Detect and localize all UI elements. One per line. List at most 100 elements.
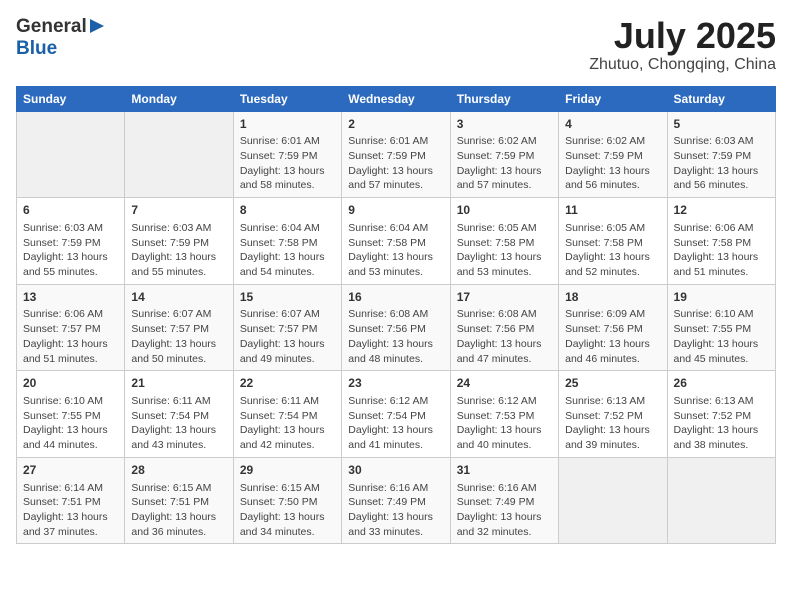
calendar-cell: 11Sunrise: 6:05 AM Sunset: 7:58 PM Dayli… <box>559 198 667 285</box>
page-header: General Blue July 2025 Zhutuo, Chongqing… <box>16 16 776 74</box>
day-info: Sunrise: 6:12 AM Sunset: 7:54 PM Dayligh… <box>348 394 443 453</box>
day-number: 17 <box>457 289 552 306</box>
calendar-cell: 7 Sunrise: 6:03 AM Sunset: 7:59 PM Daylig… <box>125 198 233 285</box>
calendar-cell: 14Sunrise: 6:07 AM Sunset: 7:57 PM Dayli… <box>125 284 233 371</box>
calendar-cell: 19Sunrise: 6:10 AM Sunset: 7:55 PM Dayli… <box>667 284 775 371</box>
day-info: Sunrise: 6:02 AM Sunset: 7:59 PM Dayligh… <box>565 134 660 193</box>
day-number: 28 <box>131 462 226 479</box>
day-number: 31 <box>457 462 552 479</box>
day-info: Sunrise: 6:03 AM Sunset: 7:59 PM Dayligh… <box>23 221 118 280</box>
calendar-cell <box>559 457 667 544</box>
calendar-cell: 18Sunrise: 6:09 AM Sunset: 7:56 PM Dayli… <box>559 284 667 371</box>
calendar-cell: 1Sunrise: 6:01 AM Sunset: 7:59 PM Daylig… <box>233 111 341 198</box>
day-number: 1 <box>240 116 335 133</box>
day-number: 18 <box>565 289 660 306</box>
day-number: 27 <box>23 462 118 479</box>
day-info: Sunrise: 6:05 AM Sunset: 7:58 PM Dayligh… <box>565 221 660 280</box>
day-info: Sunrise: 6:15 AM Sunset: 7:50 PM Dayligh… <box>240 481 335 540</box>
day-info: Sunrise: 6:01 AM Sunset: 7:59 PM Dayligh… <box>348 134 443 193</box>
day-info: Sunrise: 6:03 AM Sunset: 7:59 PM Dayligh… <box>131 221 226 280</box>
day-number: 21 <box>131 375 226 392</box>
day-info: Sunrise: 6:07 AM Sunset: 7:57 PM Dayligh… <box>240 307 335 366</box>
calendar-cell: 5Sunrise: 6:03 AM Sunset: 7:59 PM Daylig… <box>667 111 775 198</box>
col-monday: Monday <box>125 86 233 111</box>
day-info: Sunrise: 6:04 AM Sunset: 7:58 PM Dayligh… <box>348 221 443 280</box>
day-number: 19 <box>674 289 769 306</box>
day-info: Sunrise: 6:01 AM Sunset: 7:59 PM Dayligh… <box>240 134 335 193</box>
col-tuesday: Tuesday <box>233 86 341 111</box>
day-number: 29 <box>240 462 335 479</box>
day-number: 20 <box>23 375 118 392</box>
calendar-week-2: 6 Sunrise: 6:03 AM Sunset: 7:59 PM Daylig… <box>17 198 776 285</box>
day-info: Sunrise: 6:16 AM Sunset: 7:49 PM Dayligh… <box>348 481 443 540</box>
day-info: Sunrise: 6:03 AM Sunset: 7:59 PM Dayligh… <box>674 134 769 193</box>
day-number: 10 <box>457 202 552 219</box>
calendar-cell: 22 Sunrise: 6:11 AM Sunset: 7:54 PM Dayli… <box>233 371 341 458</box>
day-number: 2 <box>348 116 443 133</box>
day-number: 6 <box>23 202 118 219</box>
day-info: Sunrise: 6:09 AM Sunset: 7:56 PM Dayligh… <box>565 307 660 366</box>
day-number: 3 <box>457 116 552 133</box>
month-title: July 2025 <box>589 16 776 56</box>
title-block: July 2025 Zhutuo, Chongqing, China <box>589 16 776 74</box>
day-number: 25 <box>565 375 660 392</box>
calendar-week-4: 20 Sunrise: 6:10 AM Sunset: 7:55 PM Dayli… <box>17 371 776 458</box>
col-sunday: Sunday <box>17 86 125 111</box>
calendar-cell: 8Sunrise: 6:04 AM Sunset: 7:58 PM Daylig… <box>233 198 341 285</box>
calendar-cell <box>667 457 775 544</box>
day-number: 22 <box>240 375 335 392</box>
col-thursday: Thursday <box>450 86 558 111</box>
calendar-cell: 15Sunrise: 6:07 AM Sunset: 7:57 PM Dayli… <box>233 284 341 371</box>
day-info: Sunrise: 6:04 AM Sunset: 7:58 PM Dayligh… <box>240 221 335 280</box>
day-info: Sunrise: 6:16 AM Sunset: 7:49 PM Dayligh… <box>457 481 552 540</box>
day-number: 9 <box>348 202 443 219</box>
calendar-cell: 20 Sunrise: 6:10 AM Sunset: 7:55 PM Dayli… <box>17 371 125 458</box>
calendar-cell: 2Sunrise: 6:01 AM Sunset: 7:59 PM Daylig… <box>342 111 450 198</box>
calendar-cell: 12 Sunrise: 6:06 AM Sunset: 7:58 PM Dayli… <box>667 198 775 285</box>
day-number: 15 <box>240 289 335 306</box>
calendar-cell: 24Sunrise: 6:12 AM Sunset: 7:53 PM Dayli… <box>450 371 558 458</box>
calendar-cell: 3Sunrise: 6:02 AM Sunset: 7:59 PM Daylig… <box>450 111 558 198</box>
calendar-cell: 6 Sunrise: 6:03 AM Sunset: 7:59 PM Daylig… <box>17 198 125 285</box>
day-number: 14 <box>131 289 226 306</box>
calendar-cell: 4Sunrise: 6:02 AM Sunset: 7:59 PM Daylig… <box>559 111 667 198</box>
calendar-cell <box>17 111 125 198</box>
day-info: Sunrise: 6:06 AM Sunset: 7:58 PM Dayligh… <box>674 221 769 280</box>
day-info: Sunrise: 6:06 AM Sunset: 7:57 PM Dayligh… <box>23 307 118 366</box>
day-info: Sunrise: 6:08 AM Sunset: 7:56 PM Dayligh… <box>457 307 552 366</box>
calendar-cell: 17Sunrise: 6:08 AM Sunset: 7:56 PM Dayli… <box>450 284 558 371</box>
day-number: 7 <box>131 202 226 219</box>
day-info: Sunrise: 6:10 AM Sunset: 7:55 PM Dayligh… <box>674 307 769 366</box>
calendar-cell: 23Sunrise: 6:12 AM Sunset: 7:54 PM Dayli… <box>342 371 450 458</box>
calendar-cell: 9 Sunrise: 6:04 AM Sunset: 7:58 PM Daylig… <box>342 198 450 285</box>
logo: General Blue <box>16 16 104 60</box>
calendar-cell: 26 Sunrise: 6:13 AM Sunset: 7:52 PM Dayli… <box>667 371 775 458</box>
day-info: Sunrise: 6:13 AM Sunset: 7:52 PM Dayligh… <box>674 394 769 453</box>
day-info: Sunrise: 6:10 AM Sunset: 7:55 PM Dayligh… <box>23 394 118 453</box>
calendar-cell: 16Sunrise: 6:08 AM Sunset: 7:56 PM Dayli… <box>342 284 450 371</box>
day-number: 12 <box>674 202 769 219</box>
day-number: 4 <box>565 116 660 133</box>
calendar-cell <box>125 111 233 198</box>
calendar-cell: 31 Sunrise: 6:16 AM Sunset: 7:49 PM Dayli… <box>450 457 558 544</box>
calendar-week-3: 13Sunrise: 6:06 AM Sunset: 7:57 PM Dayli… <box>17 284 776 371</box>
col-wednesday: Wednesday <box>342 86 450 111</box>
calendar-week-5: 27Sunrise: 6:14 AM Sunset: 7:51 PM Dayli… <box>17 457 776 544</box>
calendar-cell: 13Sunrise: 6:06 AM Sunset: 7:57 PM Dayli… <box>17 284 125 371</box>
calendar-cell: 10 Sunrise: 6:05 AM Sunset: 7:58 PM Dayli… <box>450 198 558 285</box>
day-number: 30 <box>348 462 443 479</box>
calendar-week-1: 1Sunrise: 6:01 AM Sunset: 7:59 PM Daylig… <box>17 111 776 198</box>
day-info: Sunrise: 6:11 AM Sunset: 7:54 PM Dayligh… <box>240 394 335 453</box>
logo-arrow-icon <box>90 19 104 38</box>
calendar-cell: 29 Sunrise: 6:15 AM Sunset: 7:50 PM Dayli… <box>233 457 341 544</box>
calendar-cell: 28Sunrise: 6:15 AM Sunset: 7:51 PM Dayli… <box>125 457 233 544</box>
calendar-cell: 30 Sunrise: 6:16 AM Sunset: 7:49 PM Dayli… <box>342 457 450 544</box>
col-saturday: Saturday <box>667 86 775 111</box>
day-info: Sunrise: 6:08 AM Sunset: 7:56 PM Dayligh… <box>348 307 443 366</box>
day-number: 5 <box>674 116 769 133</box>
day-info: Sunrise: 6:05 AM Sunset: 7:58 PM Dayligh… <box>457 221 552 280</box>
calendar-cell: 21Sunrise: 6:11 AM Sunset: 7:54 PM Dayli… <box>125 371 233 458</box>
calendar-table: Sunday Monday Tuesday Wednesday Thursday… <box>16 86 776 545</box>
day-number: 26 <box>674 375 769 392</box>
calendar-cell: 27Sunrise: 6:14 AM Sunset: 7:51 PM Dayli… <box>17 457 125 544</box>
